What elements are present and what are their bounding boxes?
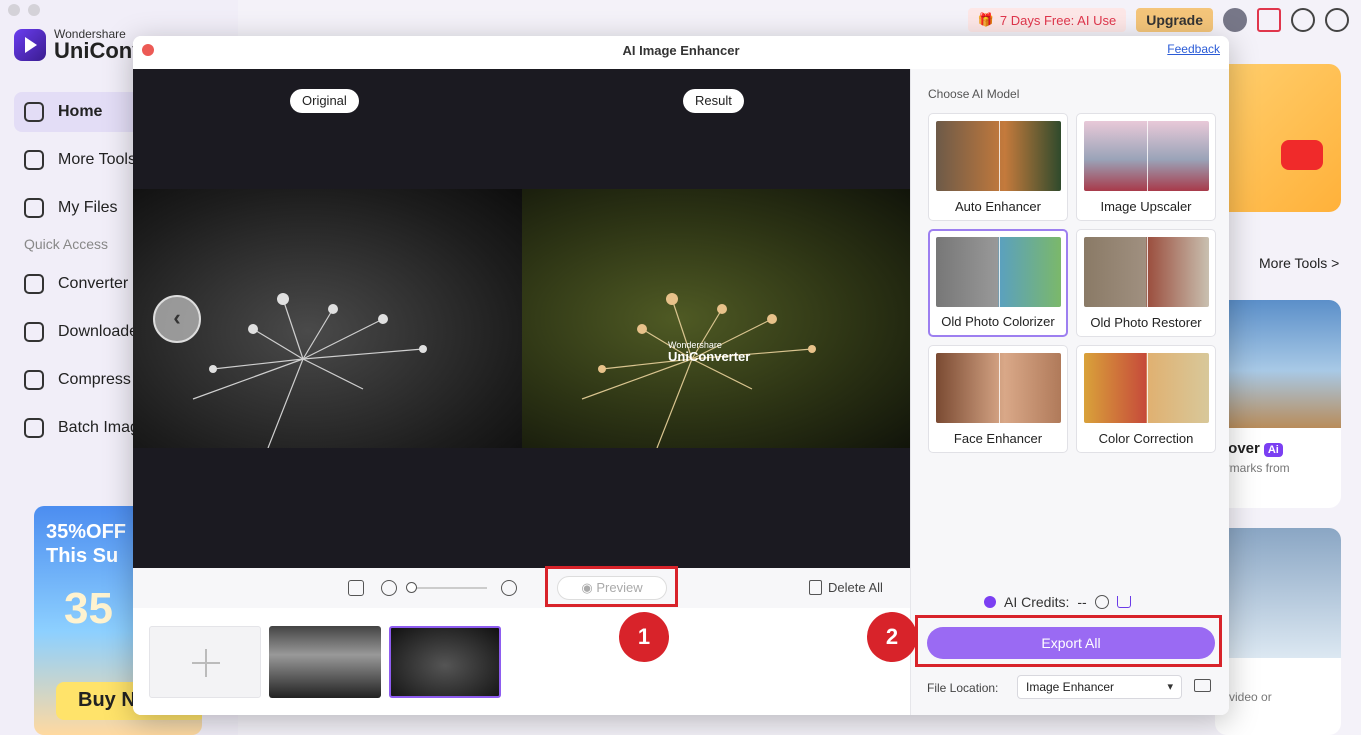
add-image-button[interactable] bbox=[149, 626, 261, 698]
feature-card-video[interactable] bbox=[1215, 64, 1341, 212]
window-controls bbox=[8, 4, 40, 16]
zoom-out-icon[interactable] bbox=[381, 580, 397, 596]
ai-badge: Ai bbox=[1263, 443, 1283, 457]
download-icon bbox=[24, 322, 44, 342]
step-2-marker: 2 bbox=[867, 612, 917, 662]
sidebar-item-label: More Tools bbox=[58, 151, 136, 168]
image-icon bbox=[24, 418, 44, 438]
sidebar-item-label: Compress bbox=[58, 371, 131, 388]
zoom-in-icon[interactable] bbox=[501, 580, 517, 596]
headset-icon[interactable] bbox=[1325, 8, 1349, 32]
trash-icon bbox=[809, 580, 822, 595]
result-image bbox=[522, 189, 910, 448]
original-label: Original bbox=[290, 89, 359, 113]
file-location-select[interactable]: Image Enhancer bbox=[1017, 675, 1182, 699]
model-label: Old Photo Restorer bbox=[1090, 315, 1202, 330]
highlight-export-box bbox=[915, 615, 1222, 667]
gift-icon: 🎁 bbox=[977, 12, 994, 27]
card-image bbox=[1215, 528, 1341, 658]
watermark-big: UniConverter bbox=[668, 349, 751, 364]
comparison-preview: Original Result Wondershare UniConverter… bbox=[133, 69, 910, 568]
thumbnail-flower-selected[interactable] bbox=[389, 626, 501, 698]
gift-box-icon[interactable] bbox=[1257, 8, 1281, 32]
sidebar-item-label: Home bbox=[58, 103, 103, 120]
thumbnail-car[interactable] bbox=[269, 626, 381, 698]
model-image-upscaler[interactable]: Image Upscaler bbox=[1076, 113, 1216, 221]
folder-icon[interactable] bbox=[1194, 679, 1211, 692]
model-label: Color Correction bbox=[1098, 431, 1194, 446]
top-bar: 🎁 7 Days Free: AI Use Upgrade bbox=[967, 8, 1349, 32]
card-subtitle: ermarks from bbox=[1219, 461, 1290, 475]
feature-card-3[interactable]: a video or bbox=[1215, 528, 1341, 735]
preview-toolbar: ◉ Preview Delete All bbox=[133, 568, 910, 608]
window-close-button[interactable] bbox=[8, 4, 20, 16]
ai-image-enhancer-dialog: AI Image Enhancer Feedback Original Resu… bbox=[133, 36, 1229, 715]
promo-line-2: This Su bbox=[46, 545, 119, 567]
avatar[interactable] bbox=[1223, 8, 1247, 32]
previous-arrow-button[interactable]: ‹ bbox=[153, 295, 201, 343]
model-old-photo-restorer[interactable]: Old Photo Restorer bbox=[1076, 229, 1216, 337]
free-trial-label: 7 Days Free: AI Use bbox=[999, 12, 1117, 28]
zoom-slider-handle[interactable] bbox=[406, 582, 417, 593]
model-thumbnail bbox=[1084, 237, 1209, 307]
watermark: Wondershare UniConverter bbox=[668, 339, 750, 363]
flower-illustration bbox=[581, 293, 816, 448]
model-auto-enhancer[interactable]: Auto Enhancer bbox=[928, 113, 1068, 221]
cart-icon[interactable] bbox=[1116, 596, 1131, 608]
credits-label: AI Credits: bbox=[1004, 594, 1070, 610]
ai-credits: AI Credits: -- bbox=[984, 594, 1131, 610]
model-label: Image Upscaler bbox=[1100, 199, 1192, 214]
promo-line-1: 35%OFF bbox=[46, 521, 127, 543]
upgrade-button[interactable]: Upgrade bbox=[1136, 8, 1213, 32]
toolbox-icon bbox=[24, 150, 44, 170]
file-location-label: File Location: bbox=[927, 681, 999, 695]
promo-big-number: 35 bbox=[64, 584, 113, 633]
chat-icon[interactable] bbox=[1291, 8, 1315, 32]
promo-headline: 35%OFF This Su bbox=[46, 520, 126, 568]
delete-all-label: Delete All bbox=[828, 580, 883, 595]
feature-card-watermark-remover[interactable]: nover Ai ermarks from bbox=[1215, 300, 1341, 508]
step-1-marker: 1 bbox=[619, 612, 669, 662]
dialog-title: AI Image Enhancer bbox=[622, 43, 740, 58]
model-face-enhancer[interactable]: Face Enhancer bbox=[928, 345, 1068, 453]
zoom-slider-track[interactable] bbox=[409, 587, 487, 589]
highlight-preview-box bbox=[545, 566, 678, 607]
model-color-correction[interactable]: Color Correction bbox=[1076, 345, 1216, 453]
compress-icon bbox=[24, 370, 44, 390]
sidebar-item-label: Batch Imag bbox=[58, 419, 139, 436]
free-trial-badge[interactable]: 🎁 7 Days Free: AI Use bbox=[967, 8, 1127, 32]
refresh-icon[interactable] bbox=[1094, 595, 1109, 609]
model-label: Auto Enhancer bbox=[954, 199, 1041, 214]
dialog-header: AI Image Enhancer Feedback bbox=[133, 36, 1229, 69]
model-thumbnail bbox=[936, 353, 1061, 423]
choose-model-heading: Choose AI Model bbox=[928, 87, 1020, 101]
model-label: Face Enhancer bbox=[953, 431, 1043, 446]
sidebar-item-label: Converter bbox=[58, 275, 129, 292]
sidebar-item-label: My Files bbox=[58, 199, 118, 216]
model-label: Old Photo Colorizer bbox=[941, 314, 1055, 329]
home-icon bbox=[24, 102, 44, 122]
delete-all-button[interactable]: Delete All bbox=[809, 580, 883, 595]
more-tools-link[interactable]: More Tools > bbox=[1259, 255, 1339, 271]
fit-screen-icon[interactable] bbox=[348, 580, 364, 596]
file-icon bbox=[24, 198, 44, 218]
window-minimize-button[interactable] bbox=[28, 4, 40, 16]
uniconverter-logo-icon bbox=[14, 29, 46, 61]
converter-icon bbox=[24, 274, 44, 294]
result-label: Result bbox=[683, 89, 744, 113]
model-thumbnail bbox=[1084, 353, 1209, 423]
model-thumbnail bbox=[936, 121, 1061, 191]
credits-value: -- bbox=[1077, 594, 1087, 610]
card-image bbox=[1215, 300, 1341, 428]
model-thumbnail bbox=[1084, 121, 1209, 191]
play-icon bbox=[1281, 140, 1323, 170]
feedback-link[interactable]: Feedback bbox=[1167, 42, 1220, 56]
sidebar-item-label: Downloade bbox=[58, 323, 139, 340]
credit-coin-icon bbox=[984, 596, 996, 608]
thumbnail-strip bbox=[133, 608, 910, 715]
model-old-photo-colorizer[interactable]: Old Photo Colorizer bbox=[928, 229, 1068, 337]
model-thumbnail bbox=[936, 237, 1061, 307]
